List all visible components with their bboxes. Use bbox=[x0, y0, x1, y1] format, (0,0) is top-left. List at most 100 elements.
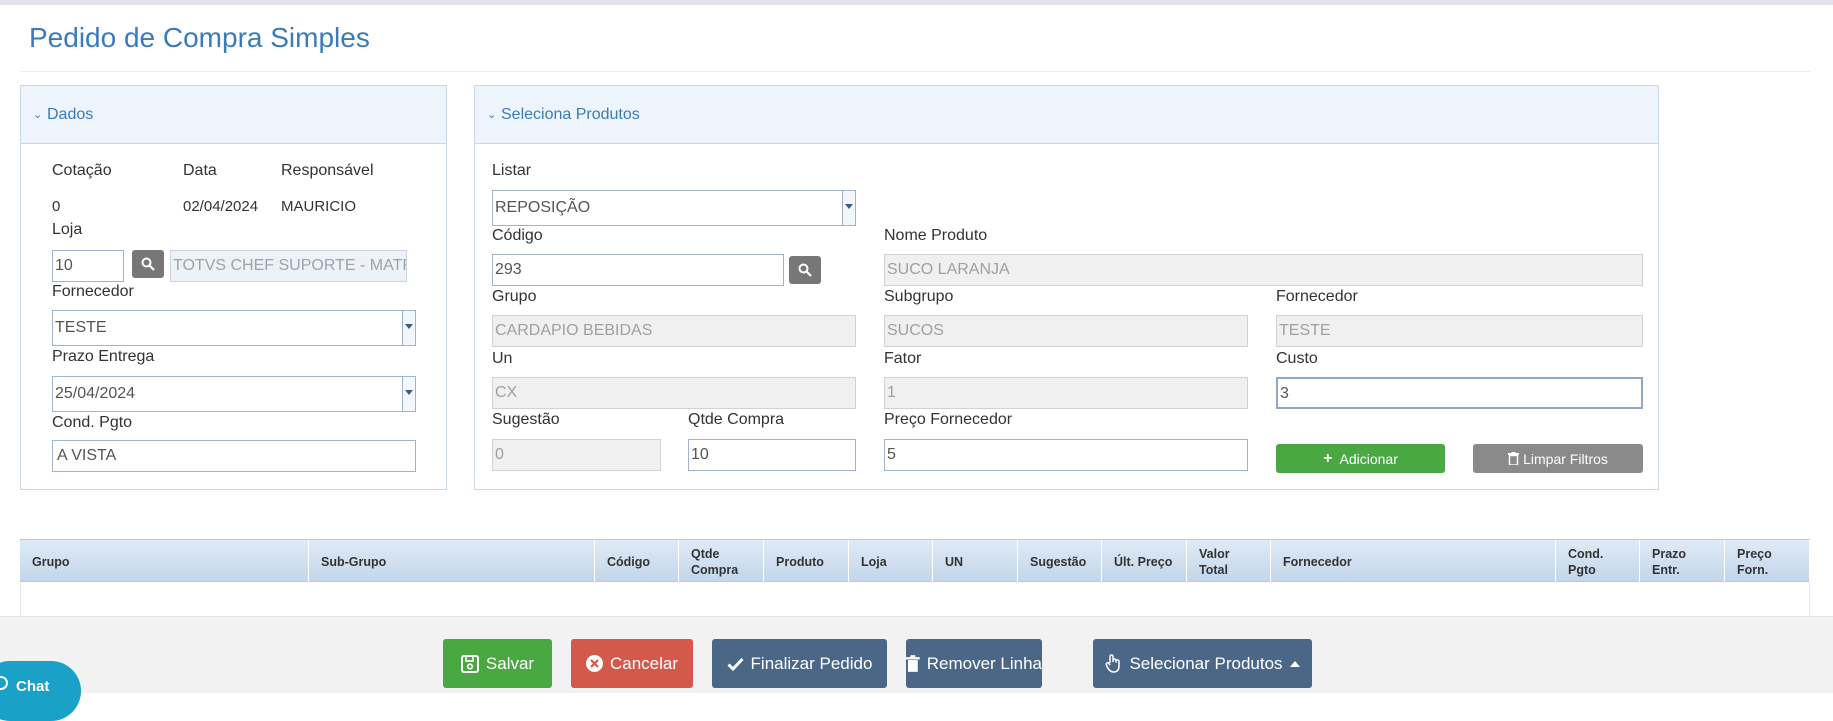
loja-input[interactable]: 10 bbox=[52, 250, 124, 282]
cotacao-value: 0 bbox=[52, 198, 61, 215]
chevron-down-icon[interactable] bbox=[842, 191, 855, 225]
fornecedor-selected-value: TESTE bbox=[55, 319, 107, 336]
plus-icon: + bbox=[1323, 449, 1333, 467]
salvar-label: Salvar bbox=[485, 653, 535, 673]
chat-bubble-icon bbox=[0, 676, 8, 690]
adicionar-button[interactable]: + Adicionar bbox=[1276, 444, 1445, 473]
produtos-panel: ⌄ Seleciona Produtos Listar REPOSIÇÃO Có… bbox=[474, 85, 1659, 490]
custo-input[interactable]: 3 bbox=[1276, 377, 1643, 409]
chevron-down-icon: ⌄ bbox=[487, 109, 497, 121]
fornecedor-select[interactable]: TESTE bbox=[52, 310, 416, 346]
loja-nome-field: TOTVS CHEF SUPORTE - MATRIZ bbox=[170, 250, 407, 282]
column-header-ult-preco[interactable]: Últ. Preço bbox=[1102, 540, 1187, 583]
data-value: 02/04/2024 bbox=[183, 198, 259, 215]
listar-select[interactable]: REPOSIÇÃO bbox=[492, 190, 856, 226]
column-header-loja[interactable]: Loja bbox=[849, 540, 933, 583]
title-divider bbox=[20, 71, 1810, 72]
responsavel-label: Responsável bbox=[281, 162, 374, 179]
subgrupo-label: Subgrupo bbox=[884, 288, 954, 305]
cancelar-label: Cancelar bbox=[609, 653, 679, 673]
dados-panel-header[interactable]: ⌄ Dados bbox=[21, 86, 446, 144]
chevron-down-icon[interactable] bbox=[402, 377, 415, 411]
save-icon bbox=[460, 654, 479, 673]
column-header-valor-total[interactable]: Valor Total bbox=[1187, 540, 1271, 583]
nome-produto-label: Nome Produto bbox=[884, 227, 988, 244]
un-field: CX bbox=[492, 377, 856, 409]
grupo-label: Grupo bbox=[492, 288, 537, 305]
finalizar-pedido-button[interactable]: Finalizar Pedido bbox=[712, 639, 887, 688]
listar-selected-value: REPOSIÇÃO bbox=[495, 199, 591, 216]
column-header-codigo[interactable]: Código bbox=[595, 540, 679, 583]
check-icon bbox=[726, 657, 744, 671]
cond-pgto-label: Cond. Pgto bbox=[52, 414, 133, 431]
dados-panel: ⌄ Dados Cotação Data Responsável 0 02/04… bbox=[20, 85, 447, 490]
top-bar bbox=[0, 0, 1833, 5]
listar-label: Listar bbox=[492, 162, 532, 179]
limpar-filtros-button[interactable]: Limpar Filtros bbox=[1473, 444, 1643, 473]
trash-icon bbox=[906, 655, 920, 672]
dados-panel-title: Dados bbox=[47, 106, 94, 123]
chat-label: Chat bbox=[16, 678, 50, 695]
finalizar-pedido-label: Finalizar Pedido bbox=[750, 653, 873, 673]
salvar-button[interactable]: Salvar bbox=[443, 639, 552, 688]
cond-pgto-input[interactable]: A VISTA bbox=[52, 440, 416, 472]
search-icon bbox=[798, 263, 812, 277]
prazo-entrega-select[interactable]: 25/04/2024 bbox=[52, 376, 416, 412]
loja-search-button[interactable] bbox=[132, 250, 164, 278]
column-header-un[interactable]: UN bbox=[933, 540, 1018, 583]
remover-linha-label: Remover Linha bbox=[926, 653, 1042, 673]
trash-icon bbox=[1508, 452, 1520, 465]
nome-produto-field: SUCO LARANJA bbox=[884, 254, 1643, 286]
selecionar-produtos-label: Selecionar Produtos bbox=[1129, 653, 1283, 673]
column-header-prazo-entr[interactable]: Prazo Entr. bbox=[1640, 540, 1725, 583]
page-title: Pedido de Compra Simples bbox=[29, 22, 370, 53]
column-header-fornecedor[interactable]: Fornecedor bbox=[1271, 540, 1556, 583]
chevron-down-icon[interactable] bbox=[402, 311, 415, 345]
codigo-search-button[interactable] bbox=[789, 256, 821, 284]
column-header-sugestao[interactable]: Sugestão bbox=[1018, 540, 1102, 583]
qtde-compra-label: Qtde Compra bbox=[688, 411, 785, 428]
un-label: Un bbox=[492, 350, 513, 367]
column-header-preco-forn[interactable]: Preço Forn. bbox=[1725, 540, 1810, 583]
column-header-grupo[interactable]: Grupo bbox=[20, 540, 309, 583]
preco-fornecedor-input[interactable]: 5 bbox=[884, 439, 1248, 471]
subgrupo-field: SUCOS bbox=[884, 315, 1248, 347]
produtos-panel-header[interactable]: ⌄ Seleciona Produtos bbox=[475, 86, 1658, 144]
prazo-entrega-value: 25/04/2024 bbox=[55, 385, 136, 402]
qtde-compra-input[interactable]: 10 bbox=[688, 439, 856, 471]
selecionar-produtos-button[interactable]: Selecionar Produtos bbox=[1093, 639, 1312, 688]
hand-pointer-icon bbox=[1105, 654, 1121, 673]
codigo-label: Código bbox=[492, 227, 543, 244]
column-header-produto[interactable]: Produto bbox=[764, 540, 849, 583]
preco-fornecedor-label: Preço Fornecedor bbox=[884, 411, 1013, 428]
chat-widget-button[interactable]: Chat bbox=[0, 661, 81, 721]
responsavel-value: MAURICIO bbox=[281, 198, 356, 215]
fator-label: Fator bbox=[884, 350, 922, 367]
limpar-filtros-label: Limpar Filtros bbox=[1523, 450, 1608, 467]
grid-header: Grupo Sub-Grupo Código Qtde Compra Produ… bbox=[20, 539, 1810, 583]
custo-label: Custo bbox=[1276, 350, 1318, 367]
grid-body bbox=[20, 582, 1810, 617]
cancel-icon bbox=[585, 655, 603, 672]
sugestao-label: Sugestão bbox=[492, 411, 560, 428]
loja-label: Loja bbox=[52, 221, 83, 238]
adicionar-label: Adicionar bbox=[1339, 450, 1398, 467]
column-header-sub-grupo[interactable]: Sub-Grupo bbox=[309, 540, 595, 583]
cancelar-button[interactable]: Cancelar bbox=[571, 639, 693, 688]
data-label: Data bbox=[183, 162, 217, 179]
prazo-entrega-label: Prazo Entrega bbox=[52, 348, 155, 365]
search-icon bbox=[141, 257, 155, 271]
sugestao-field: 0 bbox=[492, 439, 661, 471]
remover-linha-button[interactable]: Remover Linha bbox=[906, 639, 1042, 688]
produto-fornecedor-label: Fornecedor bbox=[1276, 288, 1358, 305]
fator-field: 1 bbox=[884, 377, 1248, 409]
column-header-cond-pgto[interactable]: Cond. Pgto bbox=[1556, 540, 1640, 583]
produtos-panel-title: Seleciona Produtos bbox=[501, 106, 640, 123]
chevron-down-icon: ⌄ bbox=[33, 109, 43, 121]
produto-fornecedor-field: TESTE bbox=[1276, 315, 1643, 347]
fornecedor-label: Fornecedor bbox=[52, 283, 134, 300]
caret-up-icon bbox=[1289, 660, 1300, 667]
codigo-input[interactable]: 293 bbox=[492, 254, 784, 286]
column-header-qtde-compra[interactable]: Qtde Compra bbox=[679, 540, 764, 583]
cotacao-label: Cotação bbox=[52, 162, 112, 179]
